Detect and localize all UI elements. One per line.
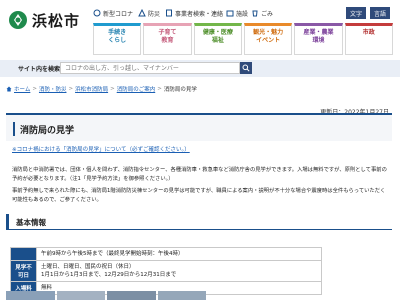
breadcrumb-guide[interactable]: 消防局のご案内 (117, 85, 156, 93)
photo-thumbnail (56, 291, 105, 300)
business-link[interactable]: 事業者検索・連絡 (165, 7, 223, 19)
facility-icon (226, 10, 234, 17)
breadcrumb-separator: > (32, 86, 37, 92)
facility-link[interactable]: 施設 (226, 7, 248, 19)
photo-thumbnail (6, 291, 55, 300)
search-icon (242, 64, 250, 72)
breadcrumb-home[interactable]: ホーム (14, 85, 30, 93)
breadcrumb-current: 消防局の見学 (163, 87, 197, 93)
search-button[interactable] (240, 62, 252, 74)
page-title: 消防局の見学 (20, 126, 75, 136)
category-nav: 手続き くらし 子育て 教育 健康・医療 福祉 観光・魅力 イベント 産業・農業… (93, 23, 393, 55)
table-row: 見学不可日 土曜日、日曜日、国民の祝日（休日） 1月1日から1月3日まで、12月… (10, 260, 322, 282)
breadcrumb-fire-disaster[interactable]: 消防・防災 (39, 85, 67, 93)
site-logo[interactable]: 浜松市 (8, 9, 80, 31)
table-header-cell (10, 247, 37, 261)
disaster-link[interactable]: 防災 (138, 7, 160, 19)
text-size-button[interactable]: 文字 (346, 7, 367, 19)
virus-icon (93, 9, 101, 17)
breadcrumb: ホーム > 消防・防災 > 浜松市消防局 > 消防局のご案内 > 消防局の見学 (6, 85, 197, 93)
breadcrumb-separator: > (157, 86, 162, 92)
hamamatsu-logo-icon (9, 11, 27, 29)
search-bar: サイト内を検索 (0, 60, 400, 77)
page-title-box: 消防局の見学 (6, 113, 392, 141)
intro-paragraph: 消防局と中消防署では、団体・個人を問わず、消防指令センター、各種消防車・救急車な… (12, 167, 387, 182)
nav-city-govt[interactable]: 市政 (344, 23, 393, 55)
table-cell: 土曜日、日曜日、国民の祝日（休日） 1月1日から1月3日まで、12月29日から1… (36, 260, 322, 282)
breadcrumb-separator: > (68, 86, 74, 92)
nav-living[interactable]: 手続き くらし (93, 23, 142, 55)
alert-icon (138, 9, 146, 17)
table-row: 午前9時から午後5時まで（最終見学開始時刻：午後4時） (10, 247, 322, 261)
photo-thumbnail (157, 291, 206, 300)
nav-industry[interactable]: 産業・農業 環境 (294, 23, 343, 55)
nav-tourism[interactable]: 観光・魅力 イベント (243, 23, 293, 55)
breadcrumb-fire-dept[interactable]: 浜松市消防局 (75, 85, 108, 93)
garbage-link[interactable]: ごみ (251, 7, 273, 19)
basic-info-table: 午前9時から午後5時まで（最終見学開始時刻：午後4時） 見学不可日 土曜日、日曜… (10, 247, 322, 295)
nav-childcare[interactable]: 子育て 教育 (143, 23, 192, 55)
photo-thumbnail (107, 291, 156, 300)
language-button[interactable]: 言語 (370, 7, 391, 19)
section-heading: 基本情報 (6, 214, 392, 230)
corona-link[interactable]: 新型コロナ (93, 7, 133, 19)
breadcrumb-separator: > (110, 86, 115, 92)
corona-notice-link[interactable]: ※コロナ禍における「消防局の見学」について（必ずご確認ください。） (12, 145, 190, 153)
nav-health[interactable]: 健康・医療 福祉 (193, 23, 242, 55)
home-icon (6, 86, 12, 92)
search-input[interactable] (60, 62, 240, 74)
trash-icon (252, 10, 258, 17)
search-label: サイト内を検索 (18, 66, 61, 73)
site-name: 浜松市 (32, 11, 81, 30)
photo-strip (6, 291, 206, 300)
building-icon (166, 9, 172, 17)
table-header-cell: 見学不可日 (10, 260, 37, 282)
site-header: 浜松市 新型コロナ 防災 事業者検索・連絡 施設 ごみ 文字 言語 手続き くら… (0, 0, 400, 60)
walk-in-paragraph: 事前予約無しで来られた際にも、消防局1階消防防災棟センターの見学は可能ですが、職… (12, 188, 386, 203)
table-cell: 午前9時から午後5時まで（最終見学開始時刻：午後4時） (36, 247, 322, 261)
